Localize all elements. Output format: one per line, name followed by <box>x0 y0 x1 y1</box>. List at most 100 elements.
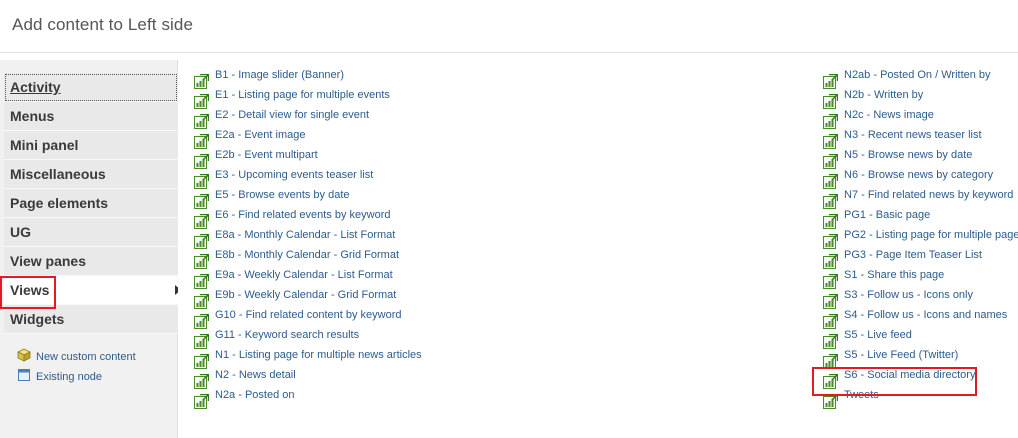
view-item-label: N6 - Browse news by category <box>844 169 994 181</box>
view-icon <box>194 253 209 269</box>
view-item-label: N2ab - Posted On / Written by <box>844 69 991 81</box>
view-item-n2ab-posted-on-written-by[interactable]: N2ab - Posted On / Written by <box>823 68 991 89</box>
view-icon <box>823 373 838 389</box>
view-icon <box>823 273 838 289</box>
view-item-s1-share-this-page[interactable]: S1 - Share this page <box>823 268 944 289</box>
view-item-s6-social-media-directory[interactable]: S6 - Social media directory <box>823 368 975 389</box>
view-item-pg2-listing-page-for-multiple-pages[interactable]: PG2 - Listing page for multiple pages <box>823 228 1018 249</box>
view-item-e8b-monthly-calendar-grid-format[interactable]: E8b - Monthly Calendar - Grid Format <box>194 248 400 269</box>
view-item-label: E2 - Detail view for single event <box>215 109 370 121</box>
view-item-label: E9a - Weekly Calendar - List Format <box>215 269 393 281</box>
category-ug[interactable]: UG <box>4 218 178 247</box>
category-label: UG <box>10 224 31 240</box>
view-icon <box>823 113 838 129</box>
view-item-g11-keyword-search-results[interactable]: G11 - Keyword search results <box>194 328 359 349</box>
view-item-label: N5 - Browse news by date <box>844 149 973 161</box>
view-item-s5-live-feed-twitter[interactable]: S5 - Live Feed (Twitter) <box>823 348 958 369</box>
view-item-label: N7 - Find related news by keyword <box>844 189 1014 201</box>
view-icon <box>823 293 838 309</box>
view-item-e2a-event-image[interactable]: E2a - Event image <box>194 128 306 149</box>
view-icon <box>823 313 838 329</box>
view-item-s4-follow-us-icons-and-names[interactable]: S4 - Follow us - Icons and names <box>823 308 1007 329</box>
view-item-b1-image-slider-banner[interactable]: B1 - Image slider (Banner) <box>194 68 344 89</box>
view-item-tweets[interactable]: Tweets <box>823 388 879 409</box>
category-view-panes[interactable]: View panes <box>4 247 178 276</box>
view-item-label: N1 - Listing page for multiple news arti… <box>215 349 422 361</box>
view-icon <box>194 333 209 349</box>
view-item-e2b-event-multipart[interactable]: E2b - Event multipart <box>194 148 318 169</box>
view-item-n1-listing-page-for-multiple-news-articles[interactable]: N1 - Listing page for multiple news arti… <box>194 348 422 369</box>
view-icon <box>823 173 838 189</box>
view-icon <box>194 393 209 409</box>
category-label: Menus <box>10 108 55 124</box>
view-icon <box>194 113 209 129</box>
view-item-label: N2a - Posted on <box>215 389 295 401</box>
view-item-label: E8a - Monthly Calendar - List Format <box>215 229 396 241</box>
view-item-label: N2b - Written by <box>844 89 924 101</box>
view-item-e5-browse-events-by-date[interactable]: E5 - Browse events by date <box>194 188 350 209</box>
category-label: Mini panel <box>10 137 79 153</box>
view-icon <box>823 73 838 89</box>
view-item-e9b-weekly-calendar-grid-format[interactable]: E9b - Weekly Calendar - Grid Format <box>194 288 397 309</box>
view-item-label: N3 - Recent news teaser list <box>844 129 982 141</box>
view-item-label: PG1 - Basic page <box>844 209 931 221</box>
view-item-s3-follow-us-icons-only[interactable]: S3 - Follow us - Icons only <box>823 288 973 309</box>
view-item-e9a-weekly-calendar-list-format[interactable]: E9a - Weekly Calendar - List Format <box>194 268 393 289</box>
view-item-label: E2a - Event image <box>215 129 306 141</box>
view-icon <box>823 333 838 349</box>
content-list: B1 - Image slider (Banner) E1 - Listing p… <box>178 60 1018 438</box>
view-item-n2b-written-by[interactable]: N2b - Written by <box>823 88 924 109</box>
view-item-n5-browse-news-by-date[interactable]: N5 - Browse news by date <box>823 148 973 169</box>
view-icon <box>194 133 209 149</box>
view-item-label: S5 - Live feed <box>844 329 912 341</box>
view-item-pg1-basic-page[interactable]: PG1 - Basic page <box>823 208 931 229</box>
view-item-e8a-monthly-calendar-list-format[interactable]: E8a - Monthly Calendar - List Format <box>194 228 396 249</box>
view-item-n2-news-detail[interactable]: N2 - News detail <box>194 368 296 389</box>
view-icon <box>194 293 209 309</box>
existing-node-link[interactable]: Existing node <box>17 368 102 385</box>
category-views[interactable]: Views <box>4 276 182 305</box>
view-item-n2c-news-image[interactable]: N2c - News image <box>823 108 934 129</box>
view-item-g10-find-related-content-by-keyword[interactable]: G10 - Find related content by keyword <box>194 308 401 329</box>
view-icon <box>194 193 209 209</box>
new-custom-content-link[interactable]: New custom content <box>17 348 136 365</box>
document-icon <box>17 368 31 385</box>
view-item-n3-recent-news-teaser-list[interactable]: N3 - Recent news teaser list <box>823 128 982 149</box>
view-item-label: E5 - Browse events by date <box>215 189 350 201</box>
view-item-label: E2b - Event multipart <box>215 149 318 161</box>
view-item-n2a-posted-on[interactable]: N2a - Posted on <box>194 388 295 409</box>
view-item-label: Tweets <box>844 389 879 401</box>
category-label: Miscellaneous <box>10 166 106 182</box>
view-item-n6-browse-news-by-category[interactable]: N6 - Browse news by category <box>823 168 994 189</box>
view-icon <box>194 93 209 109</box>
cube-icon <box>17 348 31 365</box>
view-icon <box>194 353 209 369</box>
view-icon <box>823 353 838 369</box>
view-icon <box>823 213 838 229</box>
view-item-n7-find-related-news-by-keyword[interactable]: N7 - Find related news by keyword <box>823 188 1014 209</box>
category-miscellaneous[interactable]: Miscellaneous <box>4 160 178 189</box>
view-item-e6-find-related-events-by-keyword[interactable]: E6 - Find related events by keyword <box>194 208 390 229</box>
view-item-pg3-page-item-teaser-list[interactable]: PG3 - Page Item Teaser List <box>823 248 982 269</box>
view-icon <box>823 393 838 409</box>
category-page-elements[interactable]: Page elements <box>4 189 178 218</box>
view-icon <box>194 273 209 289</box>
view-icon <box>194 313 209 329</box>
view-item-e2-detail-view-for-single-event[interactable]: E2 - Detail view for single event <box>194 108 370 129</box>
category-activity[interactable]: Activity <box>4 73 178 102</box>
view-icon <box>194 213 209 229</box>
view-item-s5-live-feed[interactable]: S5 - Live feed <box>823 328 912 349</box>
existing-node-label: Existing node <box>36 370 103 383</box>
view-icon <box>823 93 838 109</box>
view-item-label: E8b - Monthly Calendar - Grid Format <box>215 249 400 261</box>
view-item-e3-upcoming-events-teaser-list[interactable]: E3 - Upcoming events teaser list <box>194 168 373 189</box>
view-item-e1-listing-page-for-multiple-events[interactable]: E1 - Listing page for multiple events <box>194 88 390 109</box>
view-item-label: B1 - Image slider (Banner) <box>215 69 344 81</box>
category-widgets[interactable]: Widgets <box>4 305 178 334</box>
category-mini-panel[interactable]: Mini panel <box>4 131 178 160</box>
category-label: Activity <box>10 79 61 95</box>
category-menus[interactable]: Menus <box>4 102 178 131</box>
view-item-label: N2 - News detail <box>215 369 296 381</box>
category-sidebar: Activity Menus Mini panel Miscellaneous … <box>0 60 182 438</box>
view-item-label: E9b - Weekly Calendar - Grid Format <box>215 289 397 301</box>
